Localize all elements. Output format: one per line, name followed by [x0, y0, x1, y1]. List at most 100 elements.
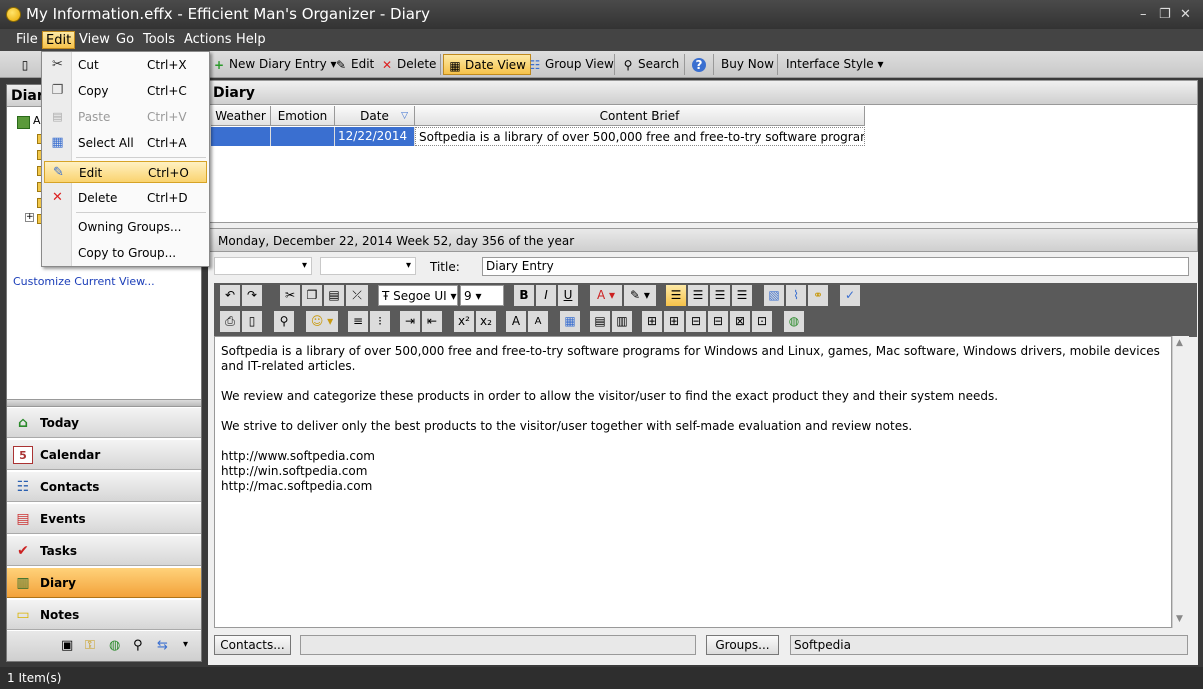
- font-select[interactable]: Ŧ Segoe UI ▾: [378, 285, 458, 306]
- body-link[interactable]: http://win.softpedia.com: [221, 464, 1165, 479]
- emoticon-icon[interactable]: ☺ ▾: [306, 311, 338, 332]
- copy-icon[interactable]: ❐: [302, 285, 322, 306]
- editor-scrollbar[interactable]: ▲ ▼: [1172, 336, 1189, 628]
- hyperlink-icon[interactable]: ⚭: [808, 285, 828, 306]
- menu-go[interactable]: Go: [113, 31, 137, 49]
- table-row-icon[interactable]: ▤: [590, 311, 610, 332]
- menu-item-paste[interactable]: ▤ Paste Ctrl+V: [44, 106, 207, 128]
- menu-item-edit[interactable]: ✎ Edit Ctrl+O: [44, 161, 207, 183]
- grow-font-icon[interactable]: A: [506, 311, 526, 332]
- maximize-icon[interactable]: ❐: [1159, 0, 1171, 29]
- menu-item-copy[interactable]: ❐ Copy Ctrl+C: [44, 80, 207, 102]
- delete-row-icon[interactable]: ⊟: [686, 311, 706, 332]
- folder-list-icon[interactable]: ▣: [61, 638, 73, 653]
- emotion-dropdown[interactable]: ▾: [320, 257, 416, 275]
- shrink-font-icon[interactable]: A: [528, 311, 548, 332]
- subscript-icon[interactable]: x₂: [476, 311, 496, 332]
- nav-diary[interactable]: ▥ Diary: [7, 568, 201, 598]
- attachment-icon[interactable]: ⌇: [786, 285, 806, 306]
- chevron-down-icon[interactable]: ▾: [183, 639, 188, 650]
- insert-row-icon[interactable]: ⊞: [642, 311, 662, 332]
- align-center-icon[interactable]: ☰: [688, 285, 708, 306]
- menu-actions[interactable]: Actions: [181, 31, 235, 49]
- menu-tools[interactable]: Tools: [140, 31, 178, 49]
- interface-style-button[interactable]: Interface Style ▾: [782, 54, 888, 75]
- nav-notes[interactable]: ▭ Notes: [7, 600, 201, 630]
- insert-col-icon[interactable]: ⊞: [664, 311, 684, 332]
- search-button[interactable]: ⚲ Search: [617, 54, 683, 75]
- highlight-color-icon[interactable]: ✎ ▾: [624, 285, 656, 306]
- redo-icon[interactable]: ↷: [242, 285, 262, 306]
- superscript-icon[interactable]: x²: [454, 311, 474, 332]
- menu-item-owning-groups[interactable]: Owning Groups...: [44, 216, 207, 238]
- minimize-icon[interactable]: –: [1140, 0, 1147, 29]
- weather-dropdown[interactable]: ▾: [214, 257, 312, 275]
- key-icon[interactable]: ⚿: [85, 638, 95, 653]
- buy-now-button[interactable]: Buy Now: [717, 54, 778, 75]
- sync-icon[interactable]: ⇆: [157, 638, 168, 653]
- menu-item-cut[interactable]: ✂ Cut Ctrl+X: [44, 54, 207, 76]
- font-color-icon[interactable]: A ▾: [590, 285, 622, 306]
- menu-item-copy-to-group[interactable]: Copy to Group...: [44, 242, 207, 264]
- menu-help[interactable]: Help: [233, 31, 269, 49]
- italic-icon[interactable]: I: [536, 285, 556, 306]
- numbered-list-icon[interactable]: ≡: [348, 311, 368, 332]
- customize-view-link[interactable]: Customize Current View...: [13, 275, 155, 288]
- print-icon[interactable]: ⎙: [220, 311, 240, 332]
- groups-button[interactable]: Groups...: [706, 635, 779, 655]
- bullet-list-icon[interactable]: ⁝: [370, 311, 390, 332]
- spellcheck-icon[interactable]: ✓: [840, 285, 860, 306]
- menu-item-delete[interactable]: ✕ Delete Ctrl+D: [44, 187, 207, 209]
- globe-icon[interactable]: ◍: [109, 638, 120, 653]
- group-view-button[interactable]: ☷ Group View: [524, 54, 618, 75]
- merge-cells-icon[interactable]: ⊠: [730, 311, 750, 332]
- menu-view[interactable]: View: [76, 31, 113, 49]
- cut-icon[interactable]: ✂: [280, 285, 300, 306]
- body-link[interactable]: http://www.softpedia.com: [221, 449, 1165, 464]
- nav-contacts[interactable]: ☷ Contacts: [7, 472, 201, 502]
- date-view-button[interactable]: ▦ Date View: [443, 54, 531, 75]
- justify-icon[interactable]: ☰: [732, 285, 752, 306]
- contacts-field[interactable]: [300, 635, 696, 655]
- close-icon[interactable]: ✕: [1180, 0, 1191, 29]
- nav-calendar[interactable]: 5 Calendar: [7, 440, 201, 470]
- paste-icon[interactable]: ▤: [324, 285, 344, 306]
- help-button[interactable]: ?: [688, 54, 713, 75]
- search-icon[interactable]: ⚲: [133, 638, 143, 653]
- bold-icon[interactable]: B: [514, 285, 534, 306]
- scroll-down-icon[interactable]: ▼: [1176, 614, 1183, 624]
- column-content-brief[interactable]: Content Brief: [415, 106, 865, 126]
- contacts-button[interactable]: Contacts...: [214, 635, 291, 655]
- indent-icon[interactable]: ⇥: [400, 311, 420, 332]
- tree-root-label[interactable]: A: [33, 114, 41, 127]
- menu-file[interactable]: File: [13, 31, 41, 49]
- print-preview-icon[interactable]: ▯: [242, 311, 262, 332]
- column-weather[interactable]: Weather: [211, 106, 271, 126]
- groups-field[interactable]: Softpedia: [790, 635, 1188, 655]
- delete-col-icon[interactable]: ⊟: [708, 311, 728, 332]
- table-col-icon[interactable]: ▥: [612, 311, 632, 332]
- diary-editor[interactable]: Softpedia is a library of over 500,000 f…: [214, 336, 1172, 628]
- new-doc-button[interactable]: ▯: [14, 54, 39, 75]
- expand-icon[interactable]: +: [25, 213, 34, 222]
- column-emotion[interactable]: Emotion: [271, 106, 335, 126]
- nav-today[interactable]: ⌂ Today: [7, 408, 201, 438]
- nav-tasks[interactable]: ✔ Tasks: [7, 536, 201, 566]
- new-diary-entry-button[interactable]: + New Diary Entry ▾: [208, 54, 341, 75]
- menu-item-select-all[interactable]: ▦ Select All Ctrl+A: [44, 132, 207, 154]
- align-left-icon[interactable]: ☰: [666, 285, 686, 306]
- underline-icon[interactable]: U: [558, 285, 578, 306]
- find-icon[interactable]: ⚲: [274, 311, 294, 332]
- undo-icon[interactable]: ↶: [220, 285, 240, 306]
- insert-image-icon[interactable]: ▧: [764, 285, 784, 306]
- split-cells-icon[interactable]: ⊡: [752, 311, 772, 332]
- body-link[interactable]: http://mac.softpedia.com: [221, 479, 1165, 494]
- delete-button[interactable]: ✕ Delete: [376, 54, 440, 75]
- title-input[interactable]: Diary Entry: [482, 257, 1189, 276]
- nav-events[interactable]: ▤ Events: [7, 504, 201, 534]
- font-size-select[interactable]: 9 ▾: [460, 285, 504, 306]
- pane-splitter[interactable]: [7, 399, 201, 407]
- insert-table-icon[interactable]: ▦: [560, 311, 580, 332]
- align-right-icon[interactable]: ☰: [710, 285, 730, 306]
- edit-button[interactable]: ✎ Edit: [330, 54, 378, 75]
